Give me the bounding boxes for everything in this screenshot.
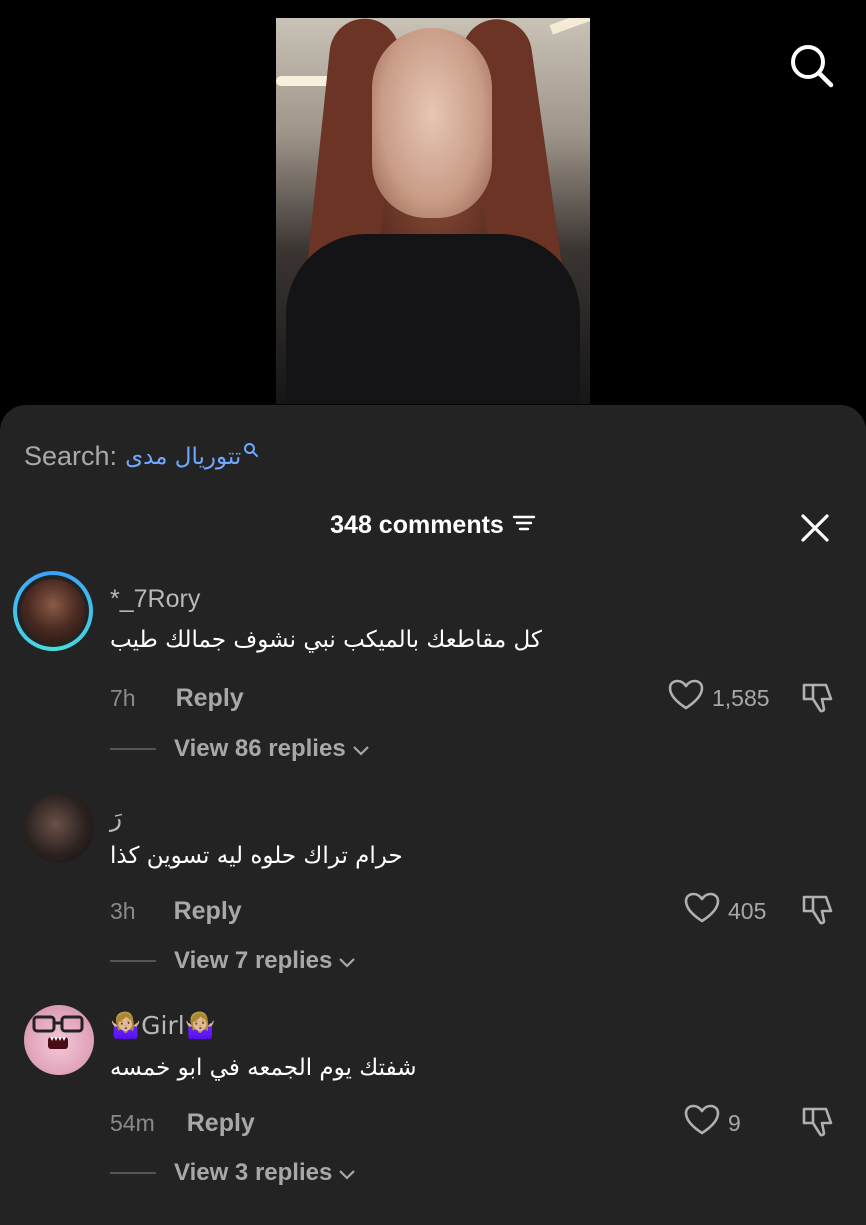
dislike-icon[interactable] [800, 679, 836, 715]
comment-username[interactable]: 🤷🏼‍♀️Girl🤷🏼‍♀️ [110, 1011, 216, 1041]
view-replies-button[interactable]: View 3 replies [110, 1159, 356, 1187]
comments-header: 348 comments [0, 511, 866, 540]
comment-time: 7h [110, 685, 136, 711]
heart-icon [684, 1104, 720, 1142]
search-suggestion[interactable]: Search: تتوريال مدى [24, 441, 259, 472]
heart-icon [684, 892, 720, 930]
replies-divider [110, 960, 156, 962]
view-replies-button[interactable]: View 86 replies [110, 735, 370, 763]
ceiling-light [549, 18, 590, 35]
comment-text: كل مقاطعك بالميكب نبي نشوف جمالك طيب [110, 627, 542, 653]
dislike-icon[interactable] [800, 1103, 836, 1139]
comment-time: 3h [110, 898, 136, 924]
comment-time: 54m [110, 1110, 155, 1136]
comment-meta: 54m Reply [110, 1109, 255, 1138]
chevron-down-icon [338, 1159, 356, 1187]
search-icon [243, 434, 259, 465]
comment-item: *_7Rory كل مقاطعك بالميكب نبي نشوف جمالك… [0, 571, 866, 771]
video-preview[interactable] [276, 18, 590, 404]
story-ring[interactable] [13, 571, 93, 651]
heart-icon [668, 679, 704, 717]
reply-button[interactable]: Reply [174, 897, 242, 926]
like-button[interactable]: 1,585 [668, 679, 770, 717]
reply-button[interactable]: Reply [187, 1109, 255, 1138]
comment-meta: 7h Reply [110, 684, 244, 713]
dislike-icon[interactable] [800, 891, 836, 927]
view-replies-label: View 7 replies [174, 947, 333, 974]
like-count: 9 [728, 1109, 741, 1136]
comment-text: شفتك يوم الجمعه في ابو خمسه [110, 1055, 417, 1081]
like-count: 405 [728, 897, 767, 924]
like-button[interactable]: 9 [684, 1104, 741, 1142]
face-shape [372, 28, 492, 218]
like-button[interactable]: 405 [684, 892, 766, 930]
comments-sheet: Search: تتوريال مدى 348 comments *_7Rory… [0, 405, 866, 1225]
view-replies-label: View 3 replies [174, 1159, 333, 1186]
view-replies-button[interactable]: View 7 replies [110, 947, 356, 975]
character-avatar-icon [32, 1015, 84, 1049]
replies-divider [110, 1172, 156, 1174]
comment-item: رَ حرام تراك حلوه ليه تسوين كذا 3h Reply… [0, 793, 866, 993]
comment-item: 🤷🏼‍♀️Girl🤷🏼‍♀️ شفتك يوم الجمعه في ابو خم… [0, 1005, 866, 1205]
replies-divider [110, 748, 156, 750]
view-replies-label: View 86 replies [174, 735, 346, 762]
comment-meta: 3h Reply [110, 897, 242, 926]
avatar[interactable] [24, 1005, 94, 1075]
like-count: 1,585 [712, 684, 770, 711]
shirt-shape [286, 234, 580, 404]
avatar[interactable] [24, 793, 94, 863]
reply-button[interactable]: Reply [176, 684, 244, 713]
search-icon[interactable] [788, 42, 834, 88]
comment-text: حرام تراك حلوه ليه تسوين كذا [110, 843, 403, 869]
comment-username[interactable]: *_7Rory [110, 585, 200, 614]
search-label: Search: [24, 441, 118, 471]
chevron-down-icon [352, 735, 370, 763]
chevron-down-icon [338, 947, 356, 975]
avatar[interactable] [21, 579, 85, 643]
close-icon[interactable] [800, 513, 830, 543]
comment-username[interactable]: رَ [110, 803, 122, 833]
sort-icon[interactable] [512, 511, 536, 540]
comment-count: 348 comments [330, 511, 504, 539]
search-term[interactable]: تتوريال مدى [125, 444, 241, 470]
